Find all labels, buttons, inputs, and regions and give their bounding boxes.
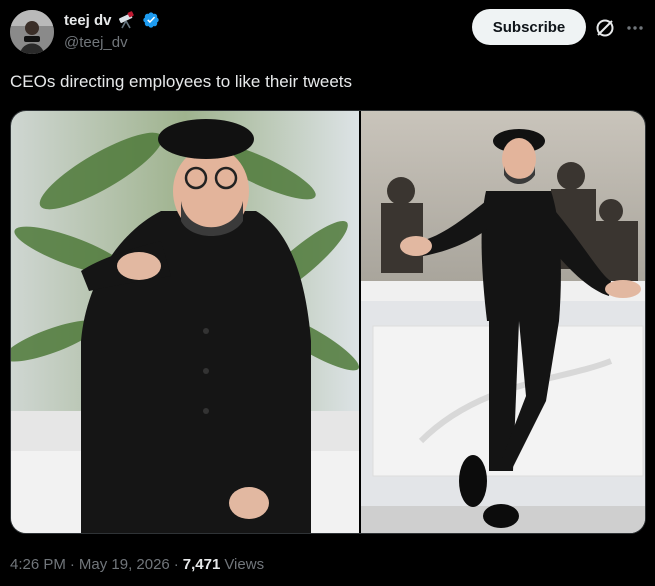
more-options-icon[interactable] [624, 17, 646, 39]
meta-separator: · [69, 556, 75, 573]
author-display-name[interactable]: teej dv [64, 12, 112, 29]
views-label: Views [224, 556, 265, 573]
tweet-text: CEOs directing employees to like their t… [10, 72, 353, 91]
grok-icon[interactable] [594, 17, 616, 39]
views-count: 7,471 [182, 556, 221, 573]
avatar[interactable] [10, 10, 54, 54]
photo-right[interactable] [360, 111, 645, 533]
tweet-time[interactable]: 4:26 PM [10, 556, 66, 573]
tweet-media[interactable] [10, 110, 646, 534]
telescope-icon [117, 11, 137, 29]
subscribe-button[interactable]: Subscribe [472, 9, 586, 45]
meta-separator: · [173, 556, 179, 573]
photo-left[interactable] [11, 111, 359, 533]
author-handle[interactable]: @teej_dv [64, 34, 128, 51]
verified-badge-icon[interactable] [142, 11, 160, 29]
tweet-date[interactable]: May 19, 2026 [79, 556, 170, 573]
tweet-meta: 4:26 PM · May 19, 2026 · 7,471 Views [10, 556, 264, 573]
